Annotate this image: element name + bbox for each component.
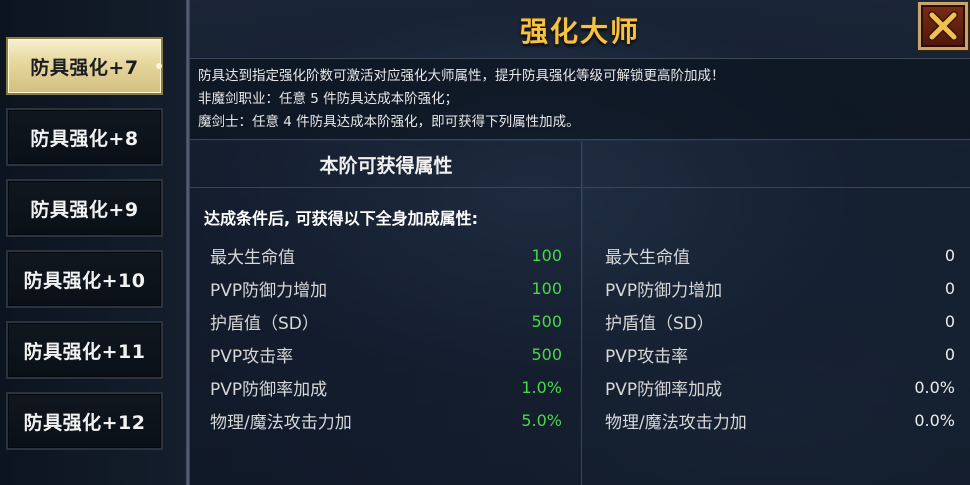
stat-name: PVP攻击率	[605, 346, 689, 367]
stat-row: PVP攻击率 0	[605, 340, 955, 368]
stat-name: 护盾值（SD）	[210, 313, 319, 334]
stat-name: PVP防御率加成	[210, 379, 328, 400]
stat-row: 最大生命值 100	[210, 241, 562, 269]
stat-value: 0.0%	[914, 410, 955, 430]
stat-row: PVP防御率加成 0.0%	[605, 373, 955, 401]
stat-row: 物理/魔法攻击力加 5.0%	[210, 406, 562, 434]
current-tier-panel: 本阶可获得属性 达成条件后, 可获得以下全身加成属性: 最大生命值 100 PV…	[190, 141, 582, 485]
tab-armor-enhance-10[interactable]: 防具强化+10	[6, 250, 163, 308]
close-x-icon	[928, 11, 958, 41]
stat-row: 最大生命值 0	[605, 241, 955, 269]
current-tier-header: 本阶可获得属性	[190, 141, 582, 188]
stat-row: 护盾值（SD） 500	[210, 307, 562, 335]
stat-name: PVP防御力增加	[605, 280, 723, 301]
stat-row: 物理/魔法攻击力加 0.0%	[605, 406, 955, 434]
stat-value: 5.0%	[521, 410, 562, 430]
current-attributes-panel: 最大生命值 0 PVP防御力增加 0 护盾值（SD） 0 PVP攻击率 0 PV…	[583, 141, 970, 485]
tab-armor-enhance-12[interactable]: 防具强化+12	[6, 392, 163, 450]
description-line-2: 非魔剑职业：任意 5 件防具达成本阶强化；	[198, 91, 459, 107]
description-box: 防具达到指定强化阶数可激活对应强化大师属性，提升防具强化等级可解锁更高阶加成！ …	[190, 58, 970, 140]
tab-armor-enhance-9[interactable]: 防具强化+9	[6, 179, 163, 237]
stat-name: PVP防御力增加	[210, 280, 328, 301]
window-title: 强化大师	[519, 15, 640, 48]
tab-armor-enhance-8[interactable]: 防具强化+8	[6, 108, 163, 166]
stat-value: 100	[531, 245, 562, 265]
stat-value: 0	[944, 245, 955, 265]
stat-row: PVP防御率加成 1.0%	[210, 373, 562, 401]
stat-value: 100	[531, 278, 562, 298]
stat-value: 0	[944, 344, 955, 364]
stat-row: PVP防御力增加 0	[605, 274, 955, 302]
stat-name: 物理/魔法攻击力加	[605, 412, 747, 433]
stat-row: 护盾值（SD） 0	[605, 307, 955, 335]
stat-row: PVP防御力增加 100	[210, 274, 562, 302]
stat-value: 0.0%	[914, 377, 955, 397]
current-attributes-header	[583, 141, 970, 188]
close-button[interactable]	[918, 2, 968, 50]
stat-name: PVP攻击率	[210, 346, 294, 367]
stat-name: 物理/魔法攻击力加	[210, 412, 352, 433]
stat-name: 最大生命值	[605, 247, 690, 268]
tab-armor-enhance-7[interactable]: 防具强化+7	[6, 37, 163, 95]
stat-name: PVP防御率加成	[605, 379, 723, 400]
strengthen-master-window: 防具强化+7 防具强化+8 防具强化+9 防具强化+10 防具强化+11 防具强…	[0, 0, 970, 485]
tab-armor-enhance-11[interactable]: 防具强化+11	[6, 321, 163, 379]
description-line-3: 魔剑士：任意 4 件防具达成本阶强化，即可获得下列属性加成。	[198, 114, 580, 130]
stat-name: 护盾值（SD）	[605, 313, 714, 334]
stat-value: 500	[531, 344, 562, 364]
tab-sidebar: 防具强化+7 防具强化+8 防具强化+9 防具强化+10 防具强化+11 防具强…	[0, 0, 186, 485]
stat-value: 1.0%	[521, 377, 562, 397]
description-line-1: 防具达到指定强化阶数可激活对应强化大师属性，提升防具强化等级可解锁更高阶加成！	[198, 68, 725, 84]
condition-text: 达成条件后, 可获得以下全身加成属性:	[204, 209, 479, 228]
stat-value: 0	[944, 311, 955, 331]
stat-value: 0	[944, 278, 955, 298]
stat-name: 最大生命值	[210, 247, 295, 268]
stat-row: PVP攻击率 500	[210, 340, 562, 368]
stat-value: 500	[531, 311, 562, 331]
